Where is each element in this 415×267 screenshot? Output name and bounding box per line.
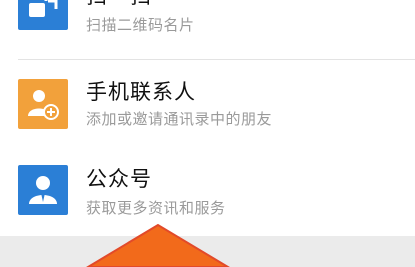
list-item-phone-contacts[interactable]: 手机联系人 添加或邀请通讯录中的朋友 bbox=[0, 60, 415, 140]
item-subtitle: 添加或邀请通讯录中的朋友 bbox=[86, 110, 273, 128]
footer-area bbox=[0, 236, 415, 267]
item-subtitle: 扫描二维码名片 bbox=[86, 16, 195, 34]
list-item-scan[interactable]: 扫一扫 扫描二维码名片 bbox=[0, 0, 415, 48]
add-contact-icon bbox=[18, 79, 68, 129]
item-subtitle: 获取更多资讯和服务 bbox=[86, 199, 226, 217]
item-title: 手机联系人 bbox=[86, 80, 196, 104]
item-title: 扫一扫 bbox=[86, 0, 152, 10]
list-item-official-accounts[interactable]: 公众号 获取更多资讯和服务 bbox=[0, 145, 415, 231]
item-title: 公众号 bbox=[86, 167, 152, 191]
official-account-icon bbox=[18, 165, 68, 215]
scan-icon bbox=[18, 0, 68, 30]
